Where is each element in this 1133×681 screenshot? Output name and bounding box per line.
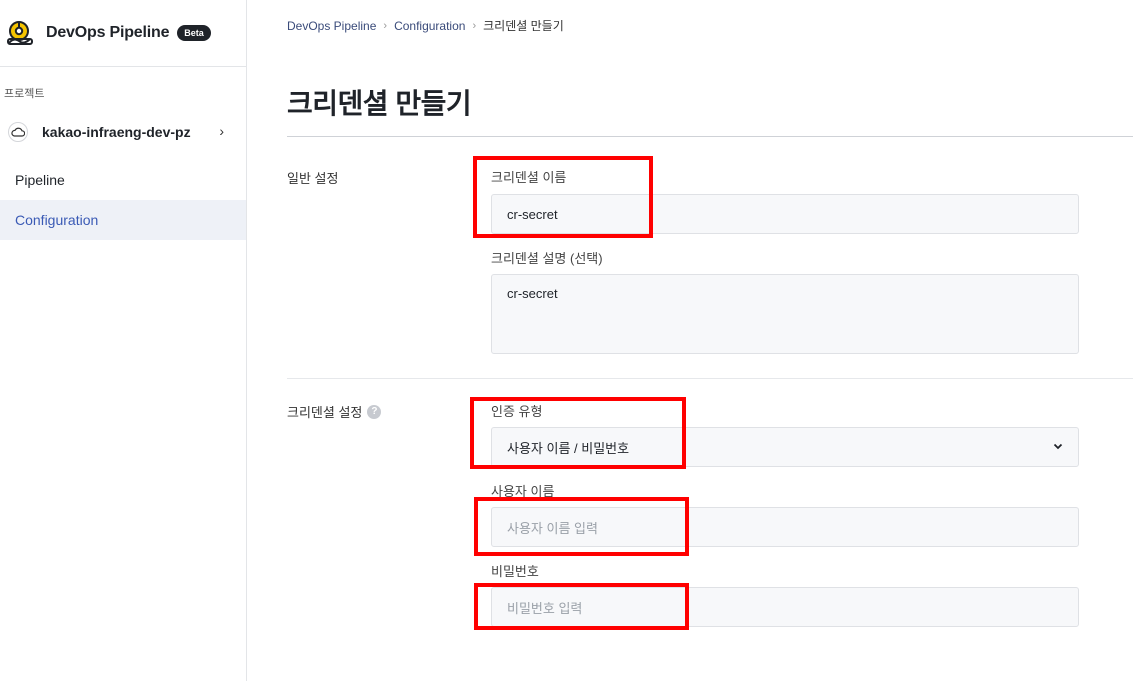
breadcrumb: DevOps Pipeline › Configuration › 크리덴셜 만…	[287, 17, 564, 34]
breadcrumb-devops-pipeline[interactable]: DevOps Pipeline	[287, 19, 376, 33]
breadcrumb-separator-icon: ›	[472, 19, 477, 32]
question-icon[interactable]: ?	[367, 404, 382, 419]
page-title: 크리덴셜 만들기	[287, 88, 472, 119]
project-name: kakao-infraeng-dev-pz	[42, 124, 191, 140]
credential-description-value: cr-secret	[507, 286, 558, 301]
chevron-down-icon	[1053, 443, 1063, 450]
app-title: DevOps Pipeline	[46, 24, 170, 41]
breadcrumb-configuration[interactable]: Configuration	[394, 19, 465, 33]
project-selector[interactable]: kakao-infraeng-dev-pz ›	[0, 113, 246, 151]
credential-description-label: 크리덴셜 설명 (선택)	[491, 251, 603, 266]
credential-description-textarea[interactable]: cr-secret	[491, 274, 1079, 354]
section-divider	[287, 378, 1133, 379]
sidebar-item-label: Pipeline	[15, 172, 65, 188]
breadcrumb-current: 크리덴셜 만들기	[483, 19, 564, 33]
brand-header: DevOps Pipeline Beta	[0, 0, 246, 67]
main-content: DevOps Pipeline › Configuration › 크리덴셜 만…	[247, 0, 1133, 681]
highlight-credential-name	[473, 156, 653, 238]
general-settings-label: 일반 설정	[287, 168, 338, 187]
cloud-icon	[8, 122, 28, 142]
chevron-right-icon: ›	[219, 123, 224, 139]
sidebar-item-configuration[interactable]: Configuration	[0, 200, 246, 240]
sidebar-item-label: Configuration	[15, 212, 99, 228]
sidebar-item-pipeline[interactable]: Pipeline	[0, 160, 246, 200]
credential-settings-label: 크리덴셜 설정 ?	[287, 402, 382, 421]
beta-badge: Beta	[177, 25, 211, 41]
sidebar: DevOps Pipeline Beta 프로젝트 kakao-infraeng…	[0, 0, 247, 681]
project-section-label: 프로젝트	[4, 88, 45, 100]
credential-settings-text: 크리덴셜 설정	[287, 405, 363, 420]
breadcrumb-separator-icon: ›	[383, 19, 388, 32]
password-label: 비밀번호	[491, 564, 539, 579]
title-divider	[287, 136, 1133, 137]
highlight-auth-type	[470, 397, 686, 469]
pipeline-logo-icon	[7, 21, 33, 45]
highlight-username	[474, 497, 689, 556]
general-settings-text: 일반 설정	[287, 171, 339, 186]
highlight-password	[474, 583, 689, 630]
